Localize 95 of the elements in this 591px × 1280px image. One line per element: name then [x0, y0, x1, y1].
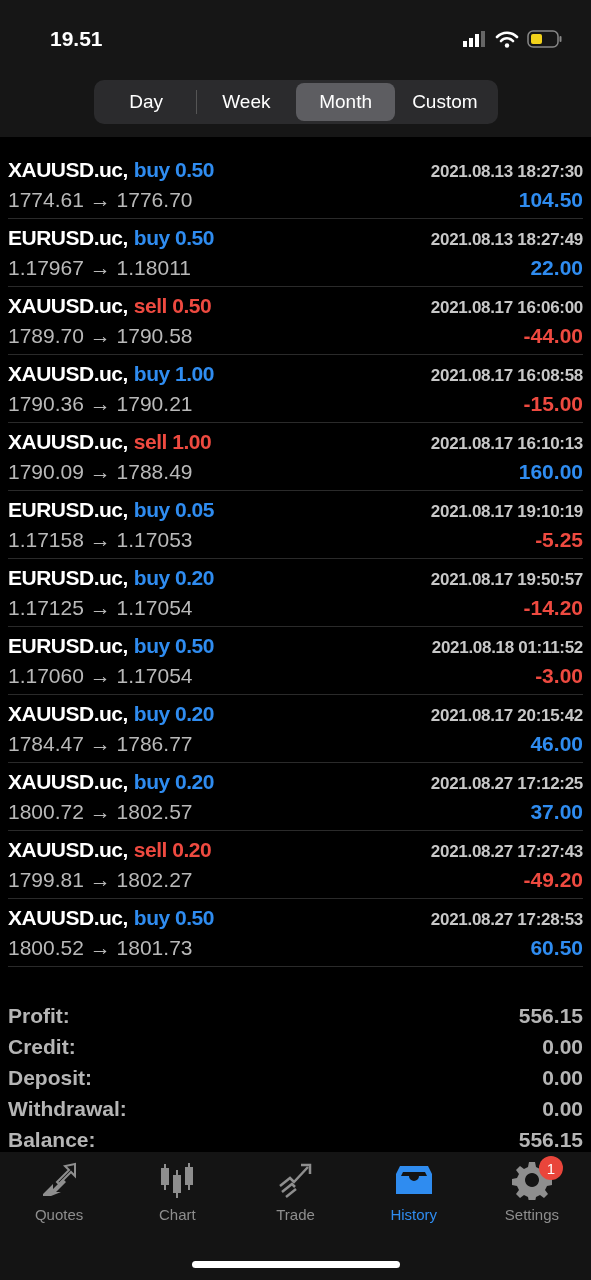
deal-time: 2021.08.27 17:12:25 [430, 773, 583, 794]
deal-time: 2021.08.18 01:11:52 [431, 637, 583, 658]
deal-row[interactable]: EURUSD.uc, buy 0.05 2021.08.17 19:10:19 1.17158 → 1.17053 -5.25 [8, 491, 583, 559]
deal-time: 2021.08.17 19:10:19 [430, 501, 583, 522]
deal-profit: -44.00 [523, 323, 583, 348]
deal-prices: 1800.52 → 1801.73 [8, 935, 193, 960]
deal-profit: 60.50 [530, 935, 583, 960]
deal-prices: 1774.61 → 1776.70 [8, 187, 193, 212]
deal-symbol: EURUSD.uc, [8, 497, 128, 521]
deal-profit: 37.00 [530, 799, 583, 824]
period-tab[interactable]: Custom [395, 83, 495, 121]
deal-side: buy 0.50 [133, 225, 214, 249]
deal-prices: 1.17125 → 1.17054 [8, 595, 193, 620]
deal-profit: 46.00 [530, 731, 583, 756]
deal-symbol: XAUUSD.uc, [8, 361, 128, 385]
deal-symbol: EURUSD.uc, [8, 565, 128, 589]
deal-prices: 1790.36 → 1790.21 [8, 391, 193, 416]
deal-time: 2021.08.17 20:15:42 [430, 705, 583, 726]
deal-side: buy 1.00 [133, 361, 214, 385]
deal-row[interactable]: XAUUSD.uc, buy 0.50 2021.08.27 17:28:53 1800.52 → 1801.73 60.50 [8, 899, 583, 967]
deal-row[interactable]: XAUUSD.uc, buy 0.20 2021.08.17 20:15:42 1784.47 → 1786.77 46.00 [8, 695, 583, 763]
deal-profit: -5.25 [535, 527, 583, 552]
period-tab[interactable]: Month [296, 83, 396, 121]
deal-time: 2021.08.17 16:08:58 [430, 365, 583, 386]
deal-side: buy 0.20 [133, 701, 214, 725]
deal-prices: 1.17967 → 1.18011 [8, 255, 191, 280]
deal-time: 2021.08.13 18:27:30 [430, 161, 583, 182]
summary-value: 556.15 [518, 1128, 583, 1152]
deal-side: buy 0.50 [133, 157, 214, 181]
summary-label: Withdrawal: [8, 1097, 127, 1121]
deal-time: 2021.08.17 19:50:57 [430, 569, 583, 590]
deal-side: sell 0.50 [133, 293, 212, 317]
summary-label: Profit: [8, 1004, 70, 1028]
period-tab[interactable]: Week [196, 83, 296, 121]
deal-prices: 1.17060 → 1.17054 [8, 663, 193, 688]
deal-time: 2021.08.27 17:27:43 [430, 841, 583, 862]
summary-label: Deposit: [8, 1066, 92, 1090]
deal-row[interactable]: XAUUSD.uc, sell 1.00 2021.08.17 16:10:13 1790.09 → 1788.49 160.00 [8, 423, 583, 491]
deal-time: 2021.08.13 18:27:49 [430, 229, 583, 250]
deal-symbol: XAUUSD.uc, [8, 701, 128, 725]
deal-prices: 1799.81 → 1802.27 [8, 867, 193, 892]
deal-side: buy 0.20 [133, 769, 214, 793]
deal-side: buy 0.05 [133, 497, 214, 521]
deal-row[interactable]: XAUUSD.uc, sell 0.20 2021.08.27 17:27:43 1799.81 → 1802.27 -49.20 [8, 831, 583, 899]
tab-bar-item[interactable]: Quotes [0, 1160, 119, 1223]
summary-value: 0.00 [542, 1035, 583, 1059]
deal-symbol: XAUUSD.uc, [8, 769, 128, 793]
deal-profit: -49.20 [523, 867, 583, 892]
deal-row[interactable]: XAUUSD.uc, buy 0.50 2021.08.13 18:27:30 1774.61 → 1776.70 104.50 [8, 151, 583, 219]
deal-symbol: XAUUSD.uc, [8, 157, 128, 181]
deal-profit: -14.20 [523, 595, 583, 620]
summary-label: Balance: [8, 1128, 96, 1152]
deal-symbol: XAUUSD.uc, [8, 905, 128, 929]
deal-row[interactable]: XAUUSD.uc, buy 1.00 2021.08.17 16:08:58 1790.36 → 1790.21 -15.00 [8, 355, 583, 423]
deal-row[interactable]: XAUUSD.uc, sell 0.50 2021.08.17 16:06:00 1789.70 → 1790.58 -44.00 [8, 287, 583, 355]
deal-side: buy 0.20 [133, 565, 214, 589]
deal-side: buy 0.50 [133, 905, 214, 929]
deal-side: sell 0.20 [133, 837, 212, 861]
deal-side: buy 0.50 [133, 633, 214, 657]
deal-prices: 1784.47 → 1786.77 [8, 731, 193, 756]
notification-badge: 1 [538, 1156, 563, 1180]
deal-row[interactable]: XAUUSD.uc, buy 0.20 2021.08.27 17:12:25 1800.72 → 1802.57 37.00 [8, 763, 583, 831]
summary-value: 556.15 [518, 1004, 583, 1028]
deal-time: 2021.08.17 16:06:00 [430, 297, 583, 318]
deal-symbol: EURUSD.uc, [8, 633, 128, 657]
deal-prices: 1790.09 → 1788.49 [8, 459, 193, 484]
signal-icon [463, 31, 487, 47]
deal-row[interactable]: EURUSD.uc, buy 0.20 2021.08.17 19:50:57 1.17125 → 1.17054 -14.20 [8, 559, 583, 627]
deal-profit: -15.00 [523, 391, 583, 416]
deal-prices: 1.17158 → 1.17053 [8, 527, 193, 552]
period-tab[interactable]: Day [96, 83, 196, 121]
deal-row[interactable]: EURUSD.uc, buy 0.50 2021.08.18 01:11:52 1.17060 → 1.17054 -3.00 [8, 627, 583, 695]
deal-side: sell 1.00 [133, 429, 212, 453]
deal-symbol: EURUSD.uc, [8, 225, 128, 249]
deal-symbol: XAUUSD.uc, [8, 429, 128, 453]
deal-symbol: XAUUSD.uc, [8, 293, 128, 317]
deal-time: 2021.08.27 17:28:53 [430, 909, 583, 930]
deal-prices: 1800.72 → 1802.57 [8, 799, 193, 824]
deal-profit: 22.00 [530, 255, 583, 280]
deal-profit: 104.50 [518, 187, 583, 212]
tab-bar-item[interactable]: Trade [236, 1160, 355, 1223]
summary-label: Credit: [8, 1035, 76, 1059]
deal-symbol: XAUUSD.uc, [8, 837, 128, 861]
deal-profit: 160.00 [518, 459, 583, 484]
summary-value: 0.00 [542, 1066, 583, 1090]
wifi-icon [495, 30, 519, 48]
status-time: 19.51 [50, 27, 103, 51]
deal-prices: 1789.70 → 1790.58 [8, 323, 193, 348]
summary-value: 0.00 [542, 1097, 583, 1121]
tab-bar-item[interactable]: Chart [118, 1160, 237, 1223]
deal-row[interactable]: EURUSD.uc, buy 0.50 2021.08.13 18:27:49 1.17967 → 1.18011 22.00 [8, 219, 583, 287]
deal-profit: -3.00 [535, 663, 583, 688]
tab-bar-item[interactable]: History [354, 1160, 473, 1223]
deal-time: 2021.08.17 16:10:13 [430, 433, 583, 454]
battery-icon [527, 30, 563, 48]
